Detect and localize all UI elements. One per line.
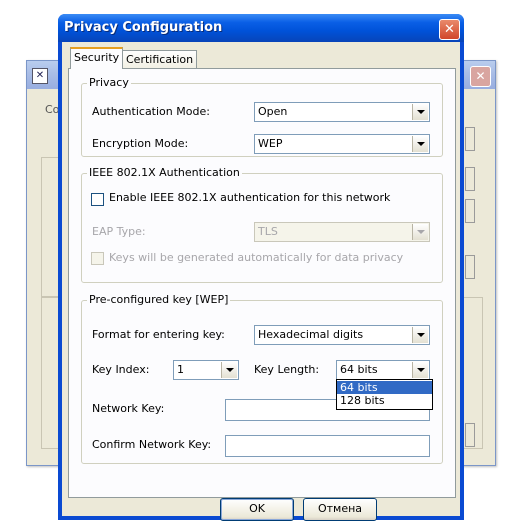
key-length-value: 64 bits	[340, 363, 378, 376]
chevron-down-icon[interactable]	[412, 224, 428, 240]
key-format-select[interactable]: Hexadecimal digits	[254, 325, 430, 345]
tab-security[interactable]: Security	[70, 47, 124, 69]
enable-8021x-label[interactable]: Enable IEEE 802.1X authentication for th…	[109, 191, 390, 204]
chevron-down-icon[interactable]	[412, 136, 428, 152]
tab-certification[interactable]: Certification	[122, 50, 198, 69]
key-length-select[interactable]: 64 bits	[336, 360, 430, 380]
background-button[interactable]	[465, 127, 475, 151]
window-title: Privacy Configuration	[64, 20, 223, 35]
encryption-mode-label: Encryption Mode:	[92, 137, 189, 150]
background-button[interactable]	[465, 167, 475, 191]
key-length-option-64[interactable]: 64 bits	[337, 381, 432, 394]
ok-button[interactable]: OK	[220, 498, 294, 521]
chevron-down-icon[interactable]	[412, 362, 428, 378]
close-icon: ✕	[444, 22, 455, 37]
key-index-select[interactable]: 1	[173, 360, 239, 380]
authentication-mode-value: Open	[258, 105, 288, 118]
privacy-configuration-dialog: Privacy Configuration ✕ Security Certifi…	[58, 14, 464, 521]
background-button[interactable]	[465, 423, 475, 447]
background-button[interactable]	[465, 255, 475, 279]
key-length-option-128[interactable]: 128 bits	[337, 394, 432, 407]
key-format-label: Format for entering key:	[92, 328, 225, 341]
chevron-down-icon[interactable]	[412, 327, 428, 343]
authentication-mode-select[interactable]: Open	[254, 102, 430, 122]
chevron-down-icon[interactable]	[412, 104, 428, 120]
confirm-network-key-label: Confirm Network Key:	[92, 438, 212, 451]
background-button[interactable]	[465, 199, 475, 223]
eap-type-label: EAP Type:	[92, 225, 146, 238]
key-length-dropdown-list: 64 bits 128 bits	[336, 379, 433, 410]
key-format-value: Hexadecimal digits	[258, 328, 364, 341]
key-index-label: Key Index:	[92, 363, 150, 376]
app-icon: ✕	[32, 68, 48, 84]
network-key-label: Network Key:	[92, 402, 165, 415]
chevron-down-icon[interactable]	[221, 362, 237, 378]
eap-type-select[interactable]: TLS	[254, 222, 430, 242]
confirm-network-key-input[interactable]	[225, 435, 430, 457]
keys-auto-label: Keys will be generated automatically for…	[109, 251, 404, 264]
eap-type-value: TLS	[258, 225, 278, 238]
preconfigured-key-group-label: Pre-configured key [WEP]	[87, 293, 231, 306]
cancel-button[interactable]: Отмена	[303, 498, 377, 521]
keys-auto-checkbox[interactable]	[91, 252, 104, 265]
key-index-value: 1	[177, 363, 184, 376]
title-bar[interactable]: Privacy Configuration ✕	[58, 14, 464, 42]
close-button[interactable]: ✕	[439, 19, 460, 40]
security-tab-panel: Privacy Authentication Mode: Open Encryp…	[68, 68, 456, 498]
privacy-group-label: Privacy	[87, 76, 131, 89]
authentication-mode-label: Authentication Mode:	[92, 105, 210, 118]
encryption-mode-value: WEP	[258, 137, 283, 150]
encryption-mode-select[interactable]: WEP	[254, 134, 430, 154]
enable-8021x-checkbox[interactable]	[91, 193, 104, 206]
background-close-button[interactable]: ✕	[470, 66, 491, 87]
dialog-client-area: Security Certification Privacy Authentic…	[62, 42, 460, 521]
key-length-label: Key Length:	[254, 363, 320, 376]
ieee-8021x-group-label: IEEE 802.1X Authentication	[87, 166, 242, 179]
